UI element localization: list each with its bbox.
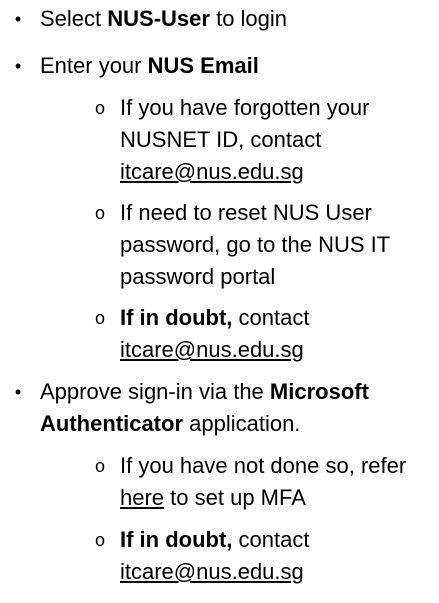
instructions-page: • Select NUS-User to login • Enter your … [0, 0, 439, 603]
here-link[interactable]: here [120, 485, 164, 510]
sub-bullet-icon: o [94, 98, 105, 118]
doubt-label: If in doubt, [120, 527, 233, 552]
email-link[interactable]: itcare@nus.edu.sg [120, 559, 304, 584]
list-item-enter-email: • Enter your NUS Email [0, 50, 439, 82]
email-link[interactable]: itcare@nus.edu.sg [120, 159, 304, 184]
sub-bullet-icon: o [94, 456, 105, 476]
bullet-icon: • [14, 382, 22, 402]
sub-item-reset-password: o If need to reset NUS User password, go… [62, 197, 439, 293]
sub-item-doubt-contact: o If in doubt, contact itcare@nus.edu.sg [62, 302, 439, 366]
item-text-bold: NUS Email [147, 53, 259, 78]
sub-item-post: to set up MFA [164, 485, 306, 510]
sub-bullet-icon: o [94, 308, 105, 328]
doubt-label: If in doubt, [120, 305, 233, 330]
sub-item-line: If you have not done so, refer [120, 453, 407, 478]
sub-item-line: NUSNET ID, contact [120, 127, 322, 152]
item-text-post: application. [183, 411, 301, 436]
sub-item-line: If you have forgotten your [120, 95, 370, 120]
sub-item-doubt-contact-2: o If in doubt, contact itcare@nus.edu.sg [62, 524, 439, 588]
sub-item-forgot-id: o If you have forgotten your NUSNET ID, … [62, 92, 439, 188]
list-item-select-user: • Select NUS-User to login [0, 3, 439, 35]
item-text-bold: Microsoft [269, 379, 369, 404]
item-text-post: to login [209, 6, 288, 31]
contact-text: contact [232, 527, 310, 552]
sub-bullet-icon: o [94, 530, 105, 550]
email-link[interactable]: itcare@nus.edu.sg [120, 337, 304, 362]
item-text-pre: Select [40, 6, 108, 31]
sub-item-line: password portal [120, 264, 276, 289]
item-text-pre: Approve sign-in via the [40, 379, 270, 404]
sub-bullet-icon: o [94, 203, 105, 223]
list-item-approve-signin: • Approve sign-in via the Microsoft Auth… [0, 376, 439, 440]
item-text-pre: Enter your [40, 53, 148, 78]
item-text-bold: NUS-User [107, 6, 210, 31]
sub-item-setup-mfa: o If you have not done so, refer here to… [62, 450, 439, 514]
contact-text: contact [232, 305, 310, 330]
bullet-icon: • [14, 56, 22, 76]
sub-item-line: If need to reset NUS User [120, 200, 372, 225]
sub-item-line: password, go to the NUS IT [120, 232, 391, 257]
item-text-bold: Authenticator [40, 411, 183, 436]
bullet-icon: • [14, 9, 22, 29]
